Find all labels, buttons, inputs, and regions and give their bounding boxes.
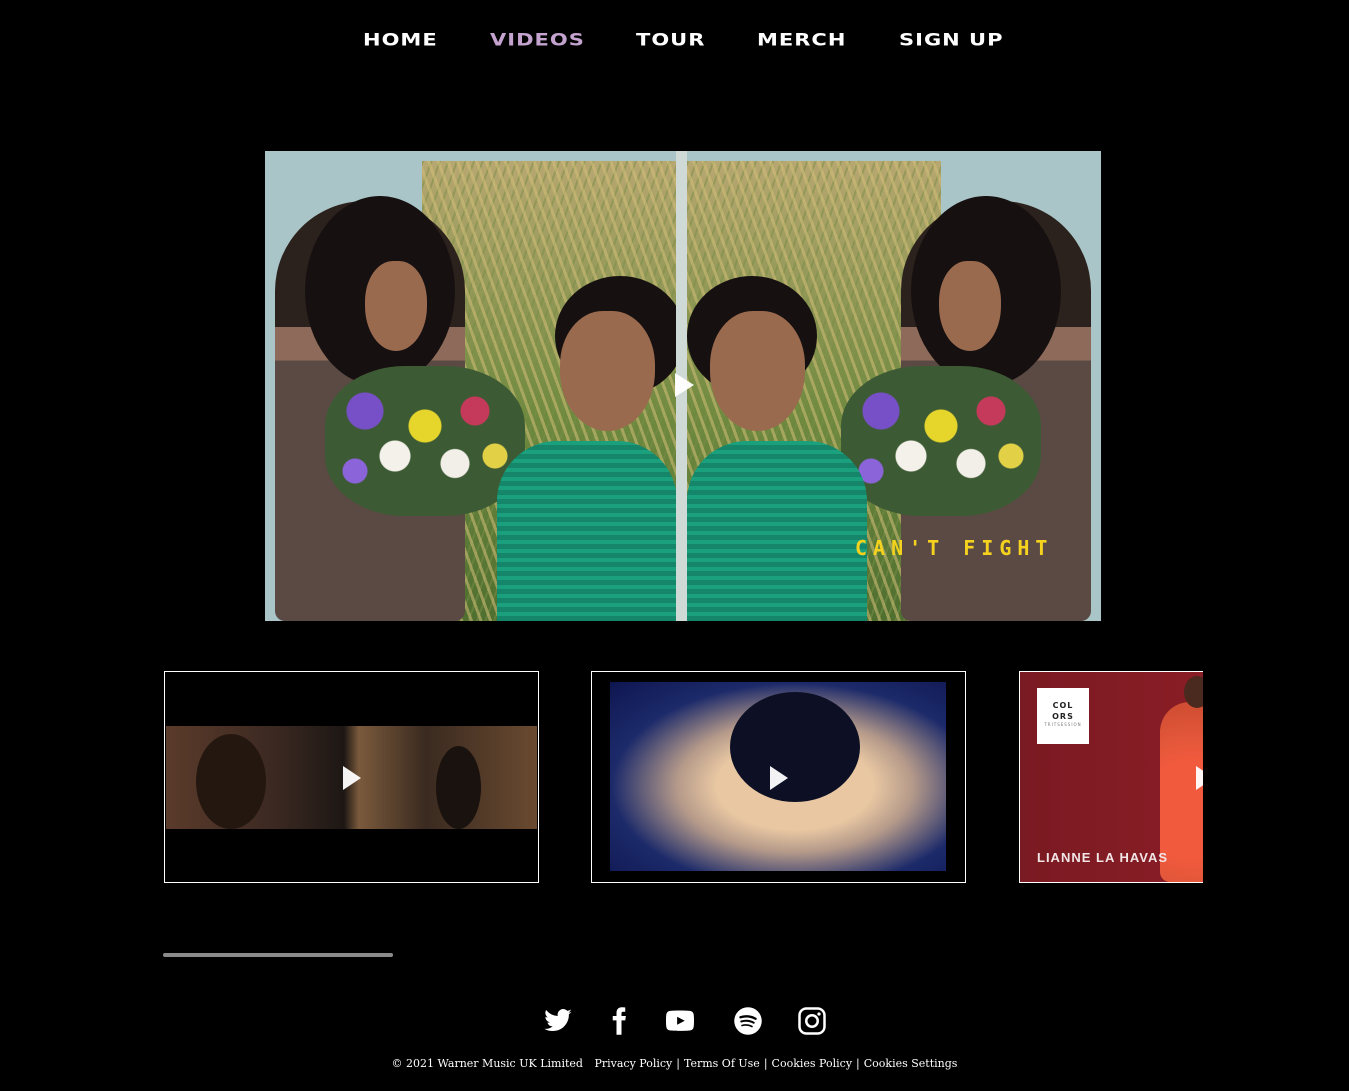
- thumbnail-person: [436, 746, 481, 829]
- video-thumbnail-3[interactable]: COL ORS TRITSESSION LIANNE LA HAVAS: [1019, 671, 1203, 883]
- spotify-icon[interactable]: [733, 1006, 763, 1036]
- cookies-settings-link[interactable]: Cookies Settings: [864, 1057, 958, 1070]
- video-bouquet-right: [841, 366, 1041, 516]
- footer-separator: |: [763, 1057, 768, 1070]
- video-thumbnail-1[interactable]: [164, 671, 539, 883]
- main-nav: HOME VIDEOS TOUR MERCH SIGN UP: [0, 24, 1349, 58]
- video-face-center-left: [560, 311, 655, 431]
- nav-item-sign-up[interactable]: SIGN UP: [899, 27, 1004, 53]
- nav-item-home[interactable]: HOME: [363, 27, 438, 53]
- nav-item-merch[interactable]: MERCH: [757, 27, 846, 53]
- privacy-policy-link[interactable]: Privacy Policy: [594, 1057, 672, 1070]
- play-icon[interactable]: [770, 766, 788, 790]
- thumbnail-person: [196, 734, 266, 829]
- terms-of-use-link[interactable]: Terms Of Use: [684, 1057, 760, 1070]
- copyright-text: © 2021 Warner Music UK Limited: [391, 1057, 583, 1070]
- footer: © 2021 Warner Music UK Limited Privacy P…: [0, 1057, 1349, 1070]
- youtube-icon[interactable]: [665, 1006, 695, 1036]
- thumbnail-caption: LIANNE LA HAVAS: [1037, 850, 1169, 865]
- instagram-icon[interactable]: [797, 1006, 827, 1036]
- footer-separator: |: [676, 1057, 680, 1070]
- footer-separator: |: [856, 1057, 860, 1070]
- video-jacket-center-right: [687, 441, 867, 621]
- video-jacket-center-left: [497, 441, 677, 621]
- carousel-scrollbar[interactable]: [163, 953, 393, 957]
- video-thumbnail-2[interactable]: [591, 671, 966, 883]
- play-icon[interactable]: [1196, 766, 1203, 790]
- thumbnail-person-head: [1184, 676, 1203, 708]
- nav-item-tour[interactable]: TOUR: [636, 27, 705, 53]
- thumbnail-hair: [730, 692, 860, 802]
- play-icon[interactable]: [675, 373, 694, 397]
- twitter-icon[interactable]: [543, 1006, 573, 1036]
- colors-logo: COL ORS TRITSESSION: [1037, 688, 1089, 744]
- featured-video[interactable]: CAN'T FIGHT: [265, 151, 1101, 621]
- cookies-policy-link[interactable]: Cookies Policy: [772, 1057, 853, 1070]
- play-icon[interactable]: [343, 766, 361, 790]
- facebook-icon[interactable]: [604, 1006, 634, 1036]
- video-face-right: [939, 261, 1001, 351]
- video-face-center-right: [710, 311, 805, 431]
- video-face-left: [365, 261, 427, 351]
- video-title-overlay: CAN'T FIGHT: [855, 536, 1054, 560]
- video-bouquet-left: [325, 366, 525, 516]
- nav-item-videos[interactable]: VIDEOS: [490, 27, 585, 53]
